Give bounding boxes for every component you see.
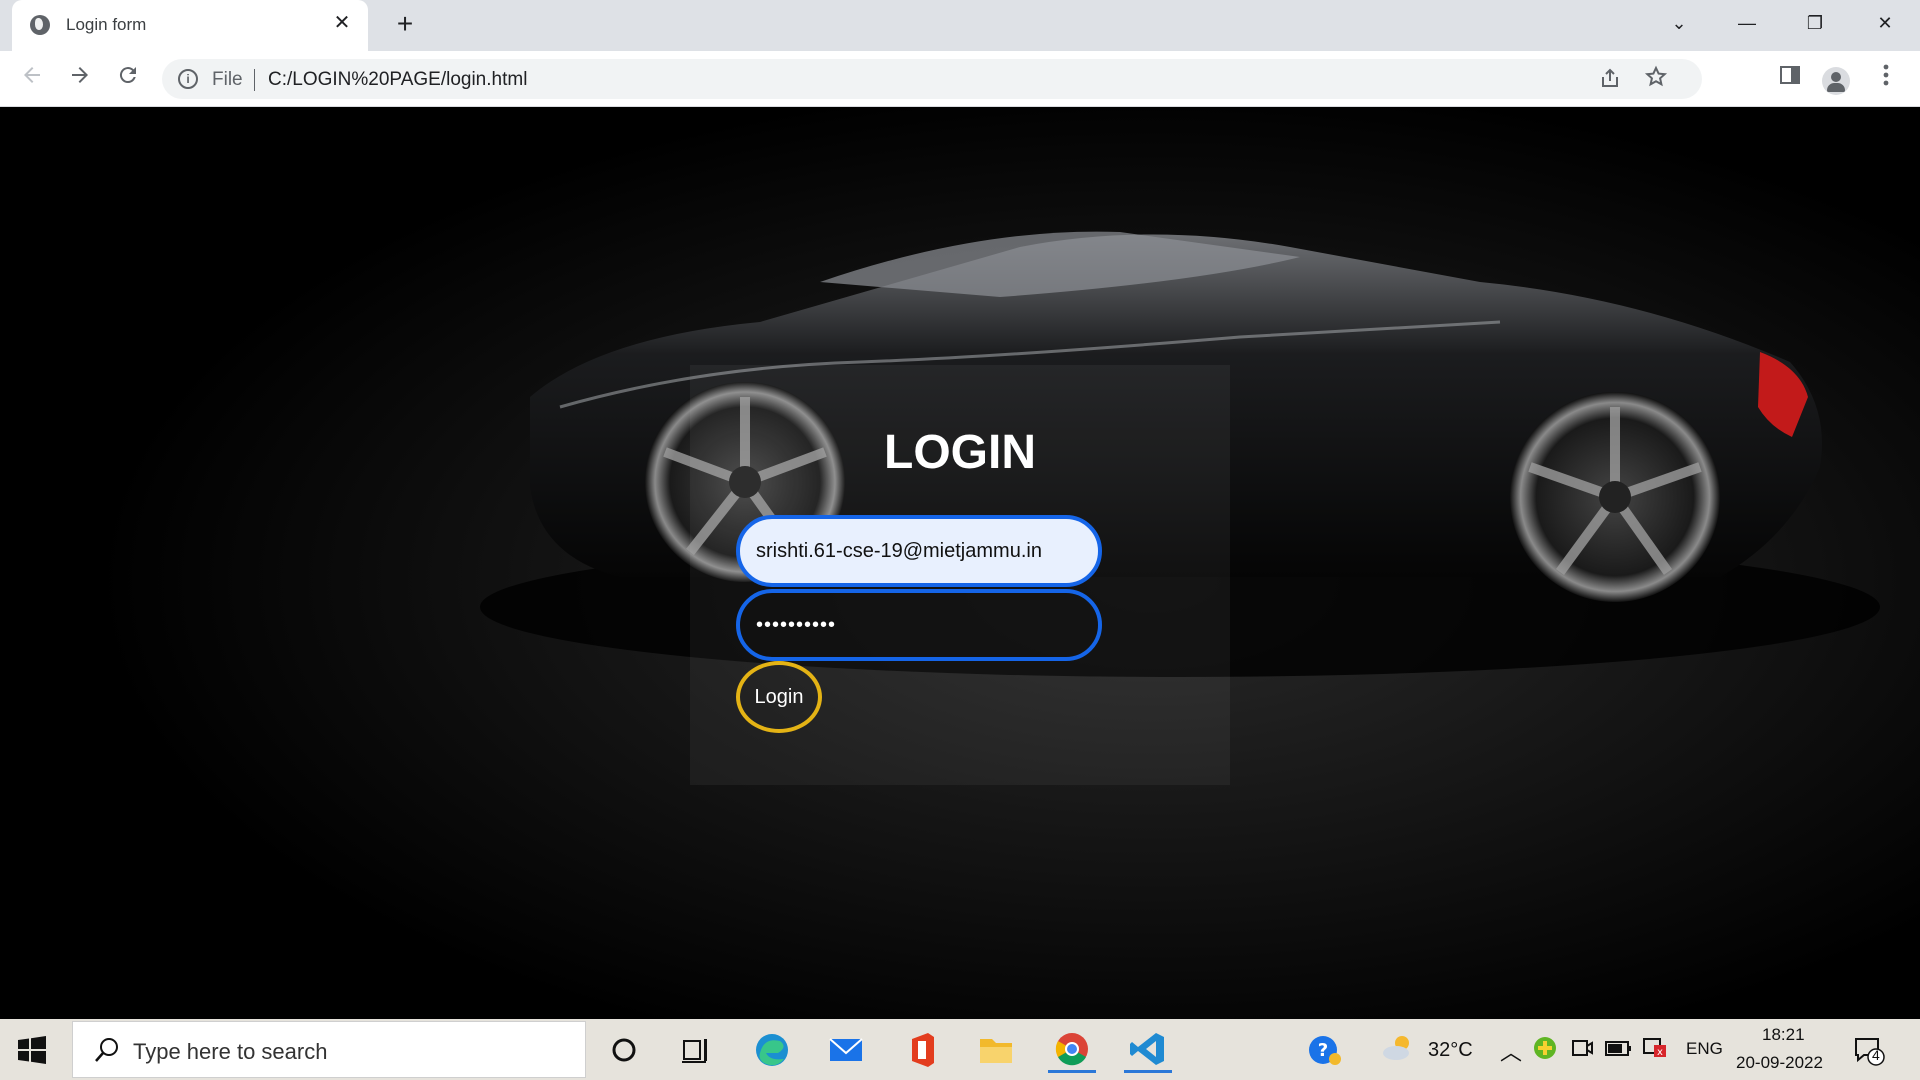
tab-login-form[interactable]: Login form ✕ — [12, 0, 368, 51]
meet-now-icon[interactable] — [1570, 1035, 1594, 1061]
address-bar[interactable]: i File C:/LOGIN%20PAGE/login.html — [162, 59, 1702, 99]
password-field[interactable] — [736, 589, 1102, 661]
show-hidden-icons-chevron-icon[interactable]: ︿ — [1500, 1035, 1522, 1067]
notification-center-icon[interactable] — [1852, 1033, 1886, 1067]
reload-icon — [119, 67, 136, 84]
page-viewport: LOGIN Login — [0, 107, 1920, 1019]
info-icon[interactable]: i — [178, 69, 198, 89]
taskbar-search-box[interactable]: Type here to search — [72, 1021, 586, 1078]
forward-arrow-icon — [72, 67, 88, 83]
side-panel-icon[interactable] — [1774, 63, 1806, 95]
security-status-icon[interactable] — [1532, 1035, 1558, 1061]
tab-title: Login form — [66, 15, 147, 34]
vscode-icon[interactable] — [1124, 1027, 1172, 1073]
profile-avatar-icon[interactable] — [1822, 67, 1850, 95]
address-url[interactable]: C:/LOGIN%20PAGE/login.html — [268, 69, 527, 91]
tab-search-icon[interactable]: ⌄ — [1656, 6, 1702, 40]
mail-icon[interactable] — [822, 1027, 870, 1073]
windows-taskbar: Type here to search ? 32°C ︿ x ENG 18:21… — [0, 1019, 1920, 1080]
weather-icon[interactable] — [1380, 1033, 1416, 1063]
globe-icon — [30, 15, 50, 35]
login-heading: LOGIN — [884, 426, 1036, 479]
task-view-icon[interactable] — [672, 1027, 720, 1073]
forward-button[interactable] — [64, 63, 96, 95]
clock-time[interactable]: 18:21 — [1762, 1025, 1805, 1045]
back-button[interactable] — [16, 63, 48, 95]
clock-date[interactable]: 20-09-2022 — [1736, 1053, 1823, 1073]
network-icon[interactable]: x — [1640, 1033, 1668, 1061]
svg-text:?: ? — [1318, 1040, 1328, 1061]
svg-text:x: x — [1657, 1047, 1663, 1058]
office-icon[interactable] — [898, 1027, 946, 1073]
email-field[interactable] — [736, 515, 1102, 587]
browser-tab-strip: Login form ✕ + ⌄ — ❐ ✕ — [0, 0, 1920, 51]
share-icon[interactable] — [1598, 67, 1622, 91]
weather-temperature[interactable]: 32°C — [1428, 1039, 1473, 1062]
browser-toolbar: i File C:/LOGIN%20PAGE/login.html — [0, 51, 1920, 107]
battery-icon[interactable] — [1604, 1037, 1632, 1059]
edge-icon[interactable] — [748, 1027, 796, 1073]
login-button[interactable]: Login — [736, 661, 822, 733]
search-icon — [95, 1038, 118, 1062]
cortana-icon[interactable] — [600, 1027, 648, 1073]
restore-button[interactable]: ❐ — [1792, 6, 1838, 40]
reload-button[interactable] — [112, 63, 144, 95]
minimize-button[interactable]: — — [1724, 6, 1770, 40]
file-explorer-icon[interactable] — [972, 1027, 1020, 1073]
language-indicator[interactable]: ENG — [1686, 1039, 1723, 1059]
notification-count-badge: 4 — [1872, 1047, 1880, 1063]
address-scheme: File — [212, 69, 243, 90]
close-window-button[interactable]: ✕ — [1862, 6, 1908, 40]
bookmark-star-icon[interactable] — [1644, 65, 1668, 89]
address-divider — [254, 69, 255, 91]
help-icon[interactable]: ? — [1308, 1033, 1342, 1067]
search-placeholder: Type here to search — [133, 1039, 328, 1064]
menu-kebab-icon[interactable] — [1870, 63, 1902, 95]
chrome-icon[interactable] — [1048, 1027, 1096, 1073]
new-tab-button[interactable]: + — [390, 10, 420, 40]
tab-close-icon[interactable]: ✕ — [330, 11, 354, 35]
back-arrow-icon — [24, 67, 40, 83]
windows-start-icon[interactable] — [18, 1036, 46, 1064]
